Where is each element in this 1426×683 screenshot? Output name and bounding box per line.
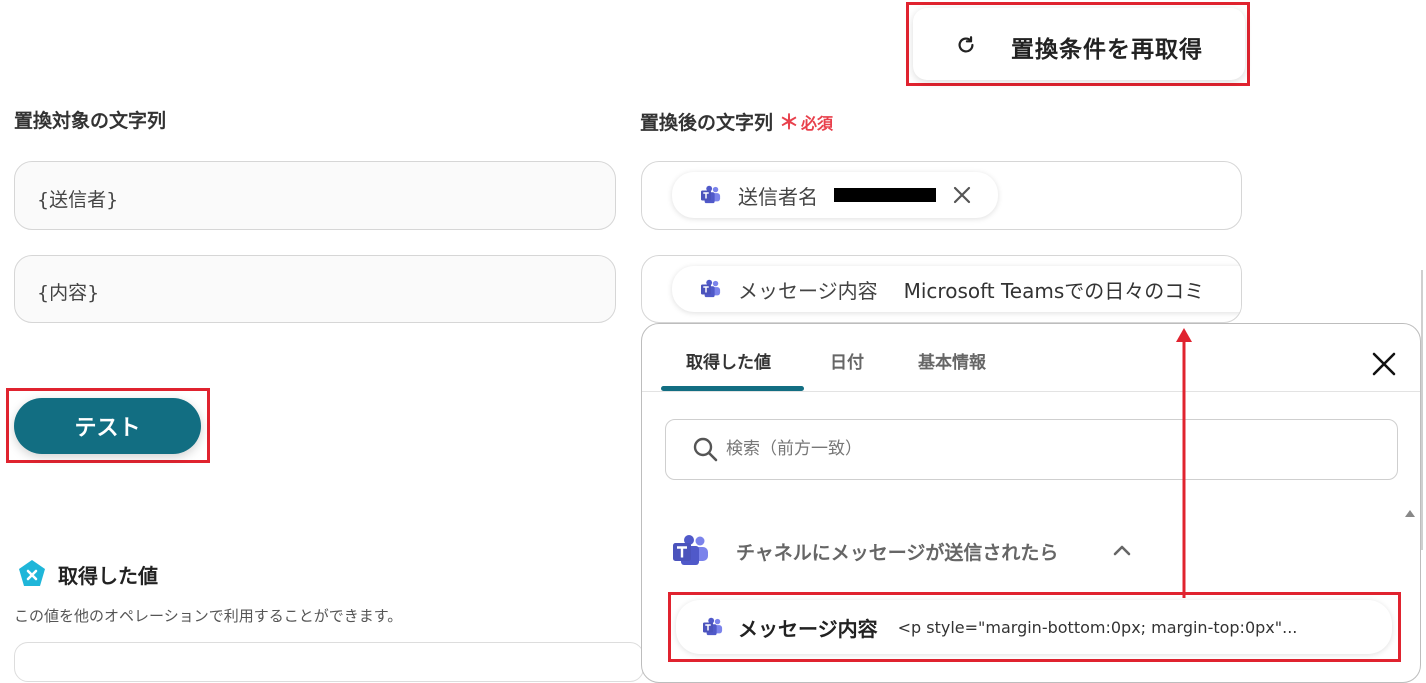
message-content-item-label: メッセージ内容 xyxy=(738,616,878,641)
refetch-button[interactable]: 置換条件を再取得 xyxy=(913,8,1245,80)
test-button[interactable]: テスト xyxy=(14,398,201,454)
fetched-values-title: 取得した値 xyxy=(58,564,158,588)
sender-name-chip[interactable]: 送信者名 xyxy=(672,172,998,218)
replacement-string-header: 置換後の文字列 ＊ 必須 xyxy=(640,106,833,135)
target-string-label: 置換対象の文字列 xyxy=(14,110,167,132)
fetched-values-box xyxy=(14,642,644,682)
chip-remove-icon[interactable] xyxy=(952,185,972,205)
replacement-field-1[interactable]: 送信者名 xyxy=(641,161,1242,230)
trigger-group-label[interactable]: チャネルにメッセージが送信されたら xyxy=(736,538,1058,565)
chevron-up-icon[interactable] xyxy=(1112,542,1132,558)
scroll-up-arrow-icon[interactable] xyxy=(1404,508,1416,518)
fetched-values-icon xyxy=(19,560,45,586)
refetch-label: 置換条件を再取得 xyxy=(1011,37,1203,63)
tab-basic-info[interactable]: 基本情報 xyxy=(918,348,986,373)
teams-icon xyxy=(701,185,721,204)
replacement-field-2[interactable]: メッセージ内容 Microsoft Teamsでの日々のコミ xyxy=(641,255,1242,323)
message-content-chip-value: Microsoft Teamsでの日々のコミ xyxy=(903,278,1205,303)
close-icon[interactable] xyxy=(1370,350,1398,378)
message-content-item-highlight: メッセージ内容 <p style="margin-bottom:0px; mar… xyxy=(668,592,1401,662)
message-content-item[interactable]: メッセージ内容 <p style="margin-bottom:0px; mar… xyxy=(676,600,1392,654)
search-icon xyxy=(693,437,718,462)
annotation-arrow-icon xyxy=(1176,328,1192,598)
search-box[interactable] xyxy=(665,419,1398,480)
replacement-string-label: 置換後の文字列 xyxy=(640,112,774,134)
refresh-icon xyxy=(958,36,974,53)
fetched-values-description: この値を他のオペレーションで利用することができます。 xyxy=(14,607,403,625)
message-content-chip-label: メッセージ内容 xyxy=(738,278,878,303)
refetch-highlight: 置換条件を再取得 xyxy=(906,2,1250,86)
message-content-chip[interactable]: メッセージ内容 Microsoft Teamsでの日々のコミ xyxy=(672,266,1241,312)
target-field-2[interactable]: {内容} xyxy=(14,255,616,323)
target-field-1[interactable]: {送信者} xyxy=(14,161,616,230)
required-text: 必須 xyxy=(801,114,834,133)
sender-name-chip-label: 送信者名 xyxy=(738,184,818,209)
required-mark: ＊ xyxy=(779,110,800,134)
target-field-1-value: {送信者} xyxy=(37,189,119,211)
test-highlight: テスト xyxy=(6,388,210,463)
message-content-item-value: <p style="margin-bottom:0px; margin-top:… xyxy=(897,617,1298,637)
search-input[interactable] xyxy=(726,432,1366,466)
tab-divider xyxy=(642,391,1420,392)
teams-icon xyxy=(701,279,721,298)
page-scrollbar[interactable] xyxy=(1421,270,1423,550)
tab-date[interactable]: 日付 xyxy=(830,348,864,373)
teams-icon xyxy=(703,617,723,636)
teams-icon xyxy=(673,535,708,565)
redacted-value xyxy=(834,188,936,202)
target-field-2-value: {内容} xyxy=(37,282,100,304)
tab-fetched-values[interactable]: 取得した値 xyxy=(686,348,771,373)
